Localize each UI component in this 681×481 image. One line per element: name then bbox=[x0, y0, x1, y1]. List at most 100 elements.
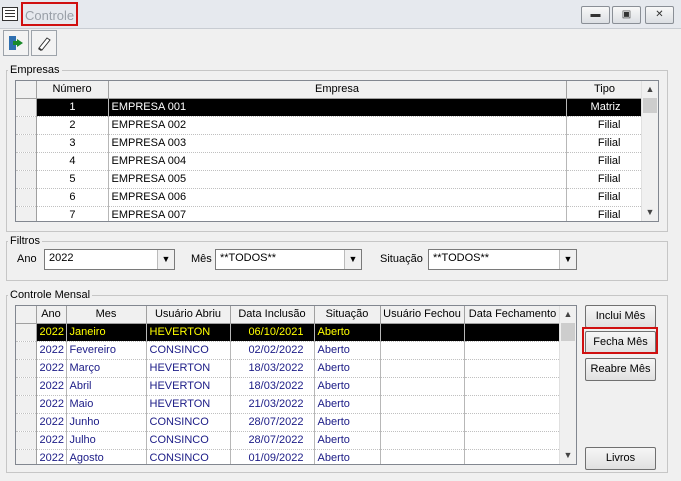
row-indicator[interactable] bbox=[16, 395, 37, 414]
cell-data-fechamento bbox=[464, 359, 562, 378]
cell-data-inclusao: 01/09/2022 bbox=[230, 449, 315, 464]
cell-situacao: Aberto bbox=[314, 431, 381, 450]
cell-tipo: Filial bbox=[566, 134, 644, 153]
col-data-fechamento[interactable]: Data Fechamento bbox=[464, 306, 562, 324]
cell-situacao: Aberto bbox=[314, 359, 381, 378]
table-row[interactable]: 3 EMPRESA 003 Filial bbox=[16, 134, 644, 153]
mes-value: **TODOS** bbox=[220, 252, 277, 264]
cell-ano: 2022 bbox=[36, 359, 67, 378]
table-row[interactable]: 2022 Abril HEVERTON 18/03/2022 Aberto bbox=[16, 377, 562, 396]
cell-situacao: Aberto bbox=[314, 377, 381, 396]
col-usuario-fechou[interactable]: Usuário Fechou bbox=[380, 306, 465, 324]
col-tipo[interactable]: Tipo bbox=[566, 81, 644, 99]
reabre-mes-button[interactable]: Reabre Mês bbox=[585, 358, 656, 381]
row-indicator[interactable] bbox=[16, 170, 37, 189]
cell-numero: 1 bbox=[36, 98, 109, 117]
close-button[interactable]: ✕ bbox=[645, 6, 674, 24]
table-row[interactable]: 7 EMPRESA 007 Filial bbox=[16, 206, 644, 221]
controle-grid[interactable]: Ano Mes Usuário Abriu Data Inclusão Situ… bbox=[15, 305, 577, 465]
cell-ano: 2022 bbox=[36, 377, 67, 396]
cell-situacao: Aberto bbox=[314, 323, 381, 342]
col-data-inclusao[interactable]: Data Inclusão bbox=[230, 306, 315, 324]
eraser-icon[interactable] bbox=[31, 30, 57, 56]
row-indicator[interactable] bbox=[16, 341, 37, 360]
cell-mes: Janeiro bbox=[66, 323, 147, 342]
mes-select[interactable]: **TODOS** ▼ bbox=[215, 249, 362, 270]
window-title: Controle bbox=[21, 2, 79, 26]
empresas-grid[interactable]: Número Empresa Tipo 1 EMPRESA 001 Matriz 2 E… bbox=[15, 80, 659, 222]
cell-usuario-fechou bbox=[380, 431, 465, 450]
cell-usuario-abriu: HEVERTON bbox=[146, 395, 231, 414]
cell-empresa: EMPRESA 005 bbox=[108, 170, 567, 189]
situacao-value: **TODOS** bbox=[433, 252, 490, 264]
window-menu-icon[interactable] bbox=[2, 7, 18, 21]
cell-data-fechamento bbox=[464, 449, 562, 464]
row-indicator[interactable] bbox=[16, 134, 37, 153]
cell-data-inclusao: 28/07/2022 bbox=[230, 431, 315, 450]
table-row[interactable]: 2022 Janeiro HEVERTON 06/10/2021 Aberto bbox=[16, 323, 562, 342]
table-row[interactable]: 2022 Agosto CONSINCO 01/09/2022 Aberto bbox=[16, 449, 562, 464]
cell-numero: 3 bbox=[36, 134, 109, 153]
table-row[interactable]: 1 EMPRESA 001 Matriz bbox=[16, 98, 644, 117]
cell-situacao: Aberto bbox=[314, 449, 381, 464]
cell-data-inclusao: 21/03/2022 bbox=[230, 395, 315, 414]
row-indicator[interactable] bbox=[16, 449, 37, 464]
situacao-select[interactable]: **TODOS** ▼ bbox=[428, 249, 577, 270]
scroll-down-icon[interactable]: ▼ bbox=[560, 447, 576, 464]
col-numero[interactable]: Número bbox=[36, 81, 109, 99]
chevron-down-icon[interactable]: ▼ bbox=[344, 250, 361, 269]
scroll-down-icon[interactable]: ▼ bbox=[642, 204, 658, 221]
empresas-scrollbar[interactable]: ▲ ▼ bbox=[641, 81, 658, 221]
cell-data-fechamento bbox=[464, 431, 562, 450]
scroll-thumb[interactable] bbox=[561, 323, 575, 341]
col-empresa[interactable]: Empresa bbox=[108, 81, 567, 99]
row-indicator[interactable] bbox=[16, 323, 37, 342]
ano-select[interactable]: 2022 ▼ bbox=[44, 249, 175, 270]
chevron-down-icon[interactable]: ▼ bbox=[157, 250, 174, 269]
row-indicator[interactable] bbox=[16, 206, 37, 221]
table-row[interactable]: 2 EMPRESA 002 Filial bbox=[16, 116, 644, 135]
cell-numero: 7 bbox=[36, 206, 109, 221]
row-indicator[interactable] bbox=[16, 431, 37, 450]
cell-usuario-abriu: CONSINCO bbox=[146, 341, 231, 360]
row-indicator[interactable] bbox=[16, 152, 37, 171]
cell-ano: 2022 bbox=[36, 431, 67, 450]
table-row[interactable]: 2022 Julho CONSINCO 28/07/2022 Aberto bbox=[16, 431, 562, 450]
chevron-down-icon[interactable]: ▼ bbox=[559, 250, 576, 269]
table-row[interactable]: 2022 Março HEVERTON 18/03/2022 Aberto bbox=[16, 359, 562, 378]
col-usuario-abriu[interactable]: Usuário Abriu bbox=[146, 306, 231, 324]
maximize-button[interactable]: ▣ bbox=[612, 6, 641, 24]
cell-empresa: EMPRESA 004 bbox=[108, 152, 567, 171]
scroll-thumb[interactable] bbox=[643, 98, 657, 113]
table-row[interactable]: 4 EMPRESA 004 Filial bbox=[16, 152, 644, 171]
table-row[interactable]: 6 EMPRESA 006 Filial bbox=[16, 188, 644, 207]
table-row[interactable]: 2022 Maio HEVERTON 21/03/2022 Aberto bbox=[16, 395, 562, 414]
row-indicator[interactable] bbox=[16, 98, 37, 117]
table-row[interactable]: 2022 Fevereiro CONSINCO 02/02/2022 Aberto bbox=[16, 341, 562, 360]
table-row[interactable]: 5 EMPRESA 005 Filial bbox=[16, 170, 644, 189]
cell-data-fechamento bbox=[464, 413, 562, 432]
minimize-button[interactable]: ▬ bbox=[581, 6, 610, 24]
col-situacao[interactable]: Situação bbox=[314, 306, 381, 324]
cell-usuario-abriu: CONSINCO bbox=[146, 431, 231, 450]
controle-scrollbar[interactable]: ▲ ▼ bbox=[559, 306, 576, 464]
col-ano[interactable]: Ano bbox=[36, 306, 67, 324]
table-row[interactable]: 2022 Junho CONSINCO 28/07/2022 Aberto bbox=[16, 413, 562, 432]
inclui-mes-button[interactable]: Inclui Mês bbox=[585, 305, 656, 328]
row-indicator[interactable] bbox=[16, 116, 37, 135]
exit-door-icon[interactable] bbox=[3, 30, 29, 56]
scroll-up-icon[interactable]: ▲ bbox=[642, 81, 658, 98]
cell-mes: Março bbox=[66, 359, 147, 378]
livros-button[interactable]: Livros bbox=[585, 447, 656, 470]
scroll-up-icon[interactable]: ▲ bbox=[560, 306, 576, 323]
row-indicator[interactable] bbox=[16, 188, 37, 207]
row-indicator[interactable] bbox=[16, 413, 37, 432]
cell-usuario-abriu: HEVERTON bbox=[146, 359, 231, 378]
row-indicator[interactable] bbox=[16, 377, 37, 396]
col-mes[interactable]: Mes bbox=[66, 306, 147, 324]
cell-mes: Maio bbox=[66, 395, 147, 414]
cell-usuario-abriu: HEVERTON bbox=[146, 377, 231, 396]
cell-empresa: EMPRESA 001 bbox=[108, 98, 567, 117]
highlight-box bbox=[582, 327, 658, 354]
row-indicator[interactable] bbox=[16, 359, 37, 378]
